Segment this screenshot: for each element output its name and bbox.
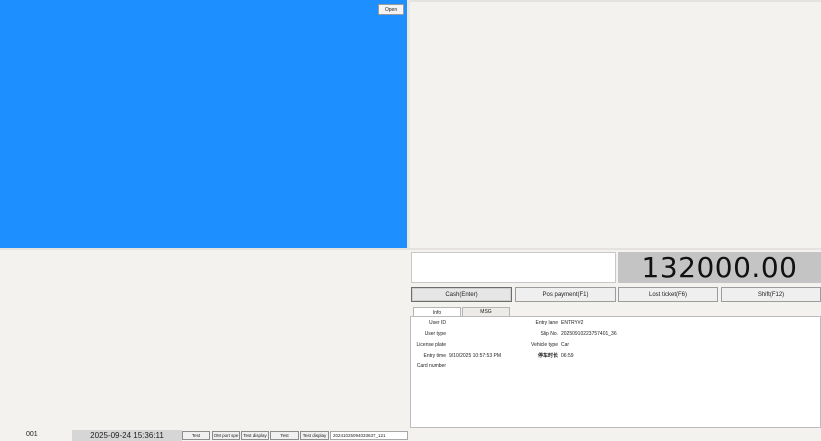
shift-button[interactable]: Shift(F12): [721, 287, 821, 302]
entry-time-label: Entry time: [423, 353, 446, 359]
serial-field: 2024102509403​3637_121: [330, 431, 408, 440]
duration-label: 停车时长: [537, 353, 558, 359]
user-type-label: User type: [424, 331, 446, 337]
lane-number: 001: [26, 431, 38, 438]
test-display-button[interactable]: Test display: [241, 431, 269, 440]
vehicle-type-value: Car: [561, 342, 570, 348]
amount-display: 132000.00: [618, 251, 821, 284]
secondary-view-panel: [410, 0, 821, 248]
entry-lane-value: ENTRY#2: [561, 320, 584, 326]
entry-lane-label: Entry lane: [535, 320, 558, 326]
test-button[interactable]: Test: [182, 431, 210, 440]
pos-payment-button[interactable]: Pos payment(F1): [515, 287, 616, 302]
duration-value: 06:59: [561, 353, 574, 359]
payment-input[interactable]: [411, 252, 616, 283]
user-id-label: User ID: [429, 320, 446, 326]
om-port-button[interactable]: OM port spe: [212, 431, 240, 440]
lost-ticket-button[interactable]: Lost ticket(F6): [618, 287, 718, 302]
cash-button[interactable]: Cash(Enter): [411, 287, 512, 302]
license-plate-label: License plate: [416, 342, 446, 348]
card-number-label: Card number: [416, 363, 446, 369]
vehicle-type-label: Vehicle type: [531, 342, 558, 348]
entry-time-value: 9/10/2025 10:57:53 PM: [449, 353, 501, 359]
camera-view: [0, 0, 407, 248]
horizontal-divider: [0, 248, 821, 250]
open-button[interactable]: Open: [378, 4, 404, 15]
tab-msg[interactable]: MSG: [462, 307, 510, 316]
test-button-2[interactable]: Test: [270, 431, 299, 440]
slip-no-value: 2025091022375740​1_36: [561, 331, 617, 337]
test-display-button-2[interactable]: Test display: [300, 431, 329, 440]
slip-no-label: Slip No.: [540, 331, 558, 337]
clock-display: 2025-09-24 15:36:11: [72, 430, 182, 441]
